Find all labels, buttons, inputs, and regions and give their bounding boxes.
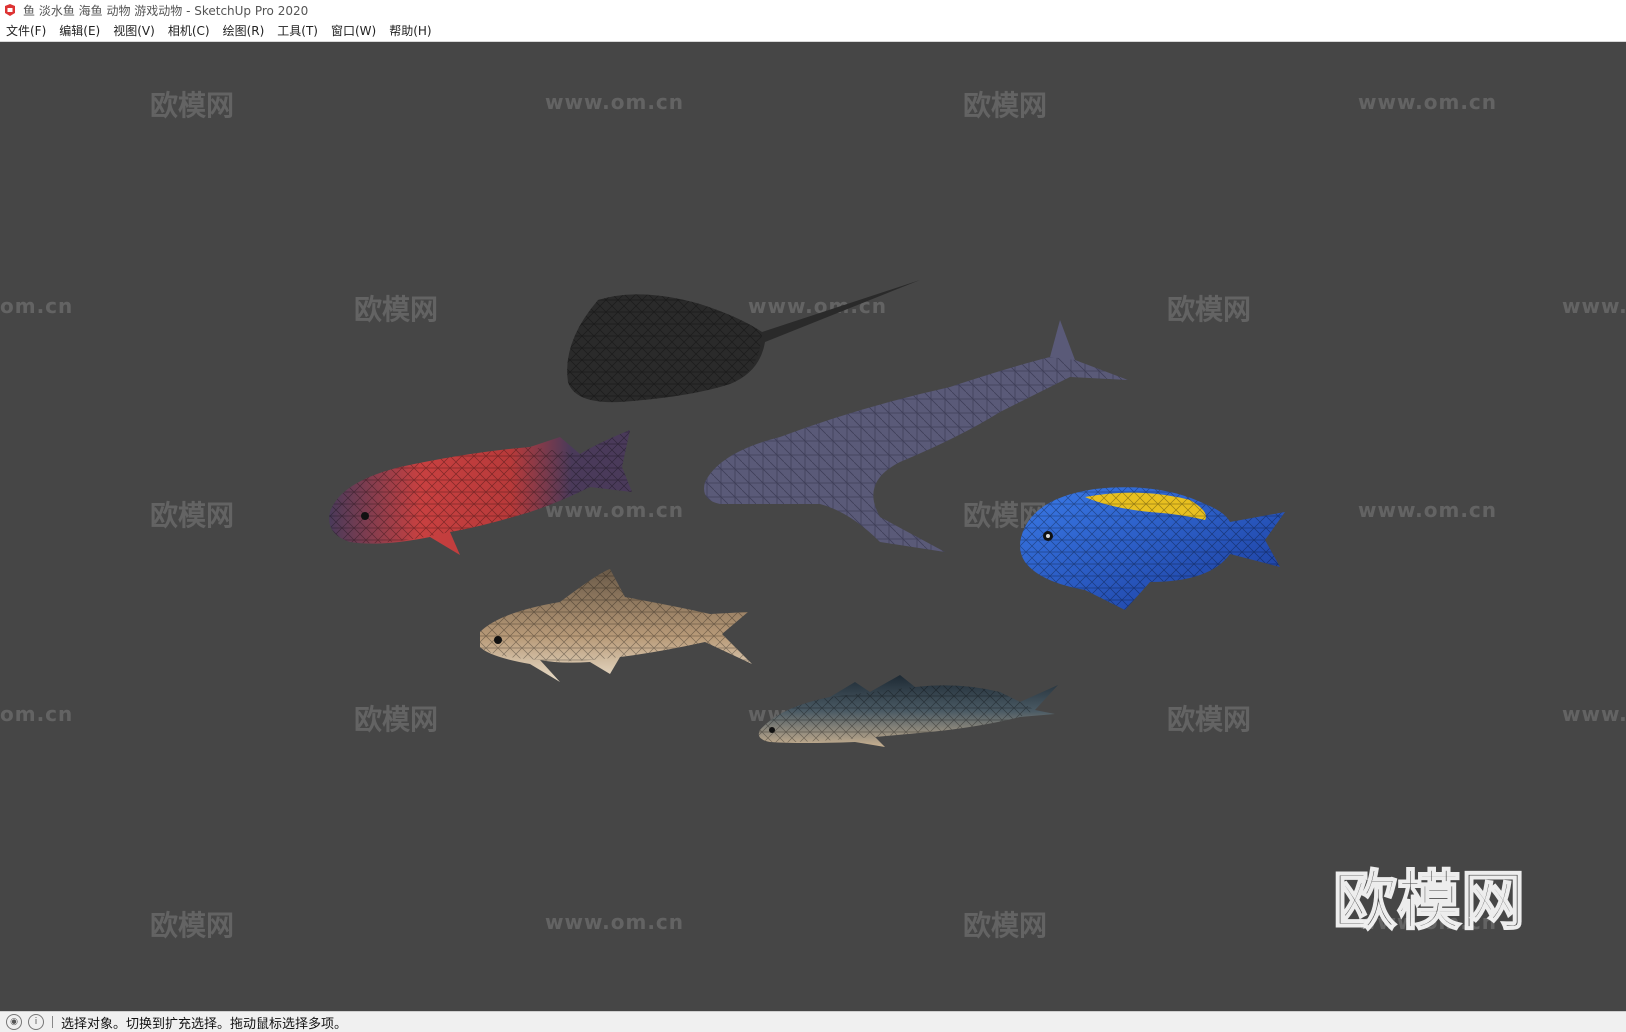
title-bar: 鱼 淡水鱼 海鱼 动物 游戏动物 - SketchUp Pro 2020: [0, 0, 1626, 20]
menu-draw[interactable]: 绘图(R): [217, 22, 272, 39]
3d-viewport[interactable]: 欧模网 www.om.cn 欧模网 www.om.cn om.cn 欧模网 ww…: [0, 42, 1626, 1011]
status-divider: [52, 1016, 53, 1028]
stingray-model[interactable]: [567, 280, 920, 403]
info-icon[interactable]: i: [28, 1014, 44, 1030]
menu-edit[interactable]: 编辑(E): [53, 22, 107, 39]
blue-tang-model[interactable]: [1020, 487, 1285, 610]
menu-file[interactable]: 文件(F): [0, 22, 53, 39]
menu-help[interactable]: 帮助(H): [383, 22, 438, 39]
sketchup-logo-icon: [5, 4, 15, 16]
status-message: 选择对象。切换到扩充选择。拖动鼠标选择多项。: [61, 1016, 348, 1032]
window-title: 鱼 淡水鱼 海鱼 动物 游戏动物 - SketchUp Pro 2020: [23, 3, 309, 18]
menu-tools[interactable]: 工具(T): [271, 22, 325, 39]
brown-fish-model[interactable]: [480, 569, 752, 682]
menu-bar: 文件(F) 编辑(E) 视图(V) 相机(C) 绘图(R) 工具(T) 窗口(W…: [0, 20, 1626, 42]
menu-window[interactable]: 窗口(W): [325, 22, 383, 39]
mackerel-model[interactable]: [758, 675, 1058, 747]
menu-view[interactable]: 视图(V): [107, 22, 162, 39]
watermark-logo: 欧模网: [1332, 864, 1526, 940]
menu-camera[interactable]: 相机(C): [162, 22, 217, 39]
status-bar: ◉ i 选择对象。切换到扩充选择。拖动鼠标选择多项。: [0, 1011, 1626, 1032]
red-fish-model[interactable]: [329, 430, 632, 555]
geo-location-icon[interactable]: ◉: [6, 1014, 22, 1030]
